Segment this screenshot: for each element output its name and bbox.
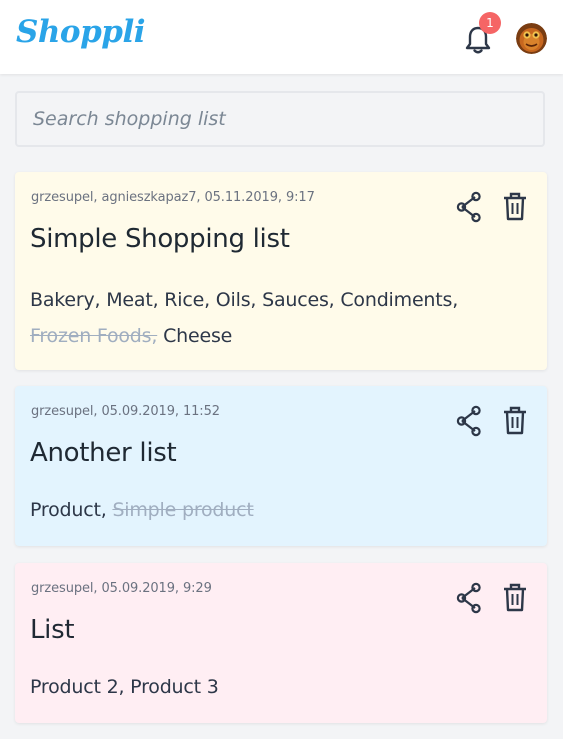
share-icon — [456, 582, 481, 614]
list-items: Product 2, Product 3 — [30, 669, 520, 705]
list-item: Product, — [30, 499, 107, 521]
delete-button[interactable] — [499, 190, 531, 224]
list-items: Bakery, Meat, Rice, Oils, Sauces, Condim… — [30, 282, 520, 354]
list-meta: grzesupel, 05.09.2019, 9:29 — [31, 581, 212, 596]
list-item: Product 3 — [130, 676, 219, 698]
list-item: Cheese — [163, 325, 233, 347]
list-item-completed: Simple product — [112, 499, 254, 521]
shopping-list-card[interactable]: grzesupel, 05.09.2019, 11:52 Another lis… — [15, 386, 547, 546]
trash-icon — [504, 583, 526, 612]
avatar[interactable] — [516, 23, 547, 54]
list-item: Rice, — [164, 289, 210, 311]
trash-icon — [504, 406, 526, 435]
list-item: Sauces, — [262, 289, 335, 311]
list-item: Product 2, — [30, 676, 125, 698]
delete-button[interactable] — [499, 581, 531, 615]
trash-icon — [504, 192, 526, 221]
list-item: Bakery, — [30, 289, 101, 311]
notification-badge: 1 — [479, 12, 501, 34]
share-icon — [456, 191, 481, 223]
list-meta: grzesupel, agnieszkapaz7, 05.11.2019, 9:… — [31, 190, 315, 205]
share-button[interactable] — [453, 190, 485, 224]
app-header: Shoppli 1 — [0, 0, 563, 74]
share-icon — [456, 405, 481, 437]
share-button[interactable] — [453, 404, 485, 438]
delete-button[interactable] — [499, 404, 531, 438]
shopping-list-card[interactable]: grzesupel, 05.09.2019, 9:29 List Product… — [15, 563, 547, 723]
search-input[interactable] — [15, 91, 545, 147]
list-title: Another list — [30, 438, 177, 468]
list-meta: grzesupel, 05.09.2019, 11:52 — [31, 404, 220, 419]
list-item-completed: Frozen Foods, — [30, 325, 158, 347]
list-items: Product, Simple product — [30, 492, 520, 528]
list-title: Simple Shopping list — [30, 224, 290, 254]
list-title: List — [30, 615, 75, 645]
list-item: Condiments, — [340, 289, 459, 311]
share-button[interactable] — [453, 581, 485, 615]
app-logo[interactable]: Shoppli — [16, 14, 146, 50]
shopping-list-card[interactable]: grzesupel, agnieszkapaz7, 05.11.2019, 9:… — [15, 172, 547, 370]
list-item: Oils, — [215, 289, 257, 311]
list-item: Meat, — [106, 289, 159, 311]
